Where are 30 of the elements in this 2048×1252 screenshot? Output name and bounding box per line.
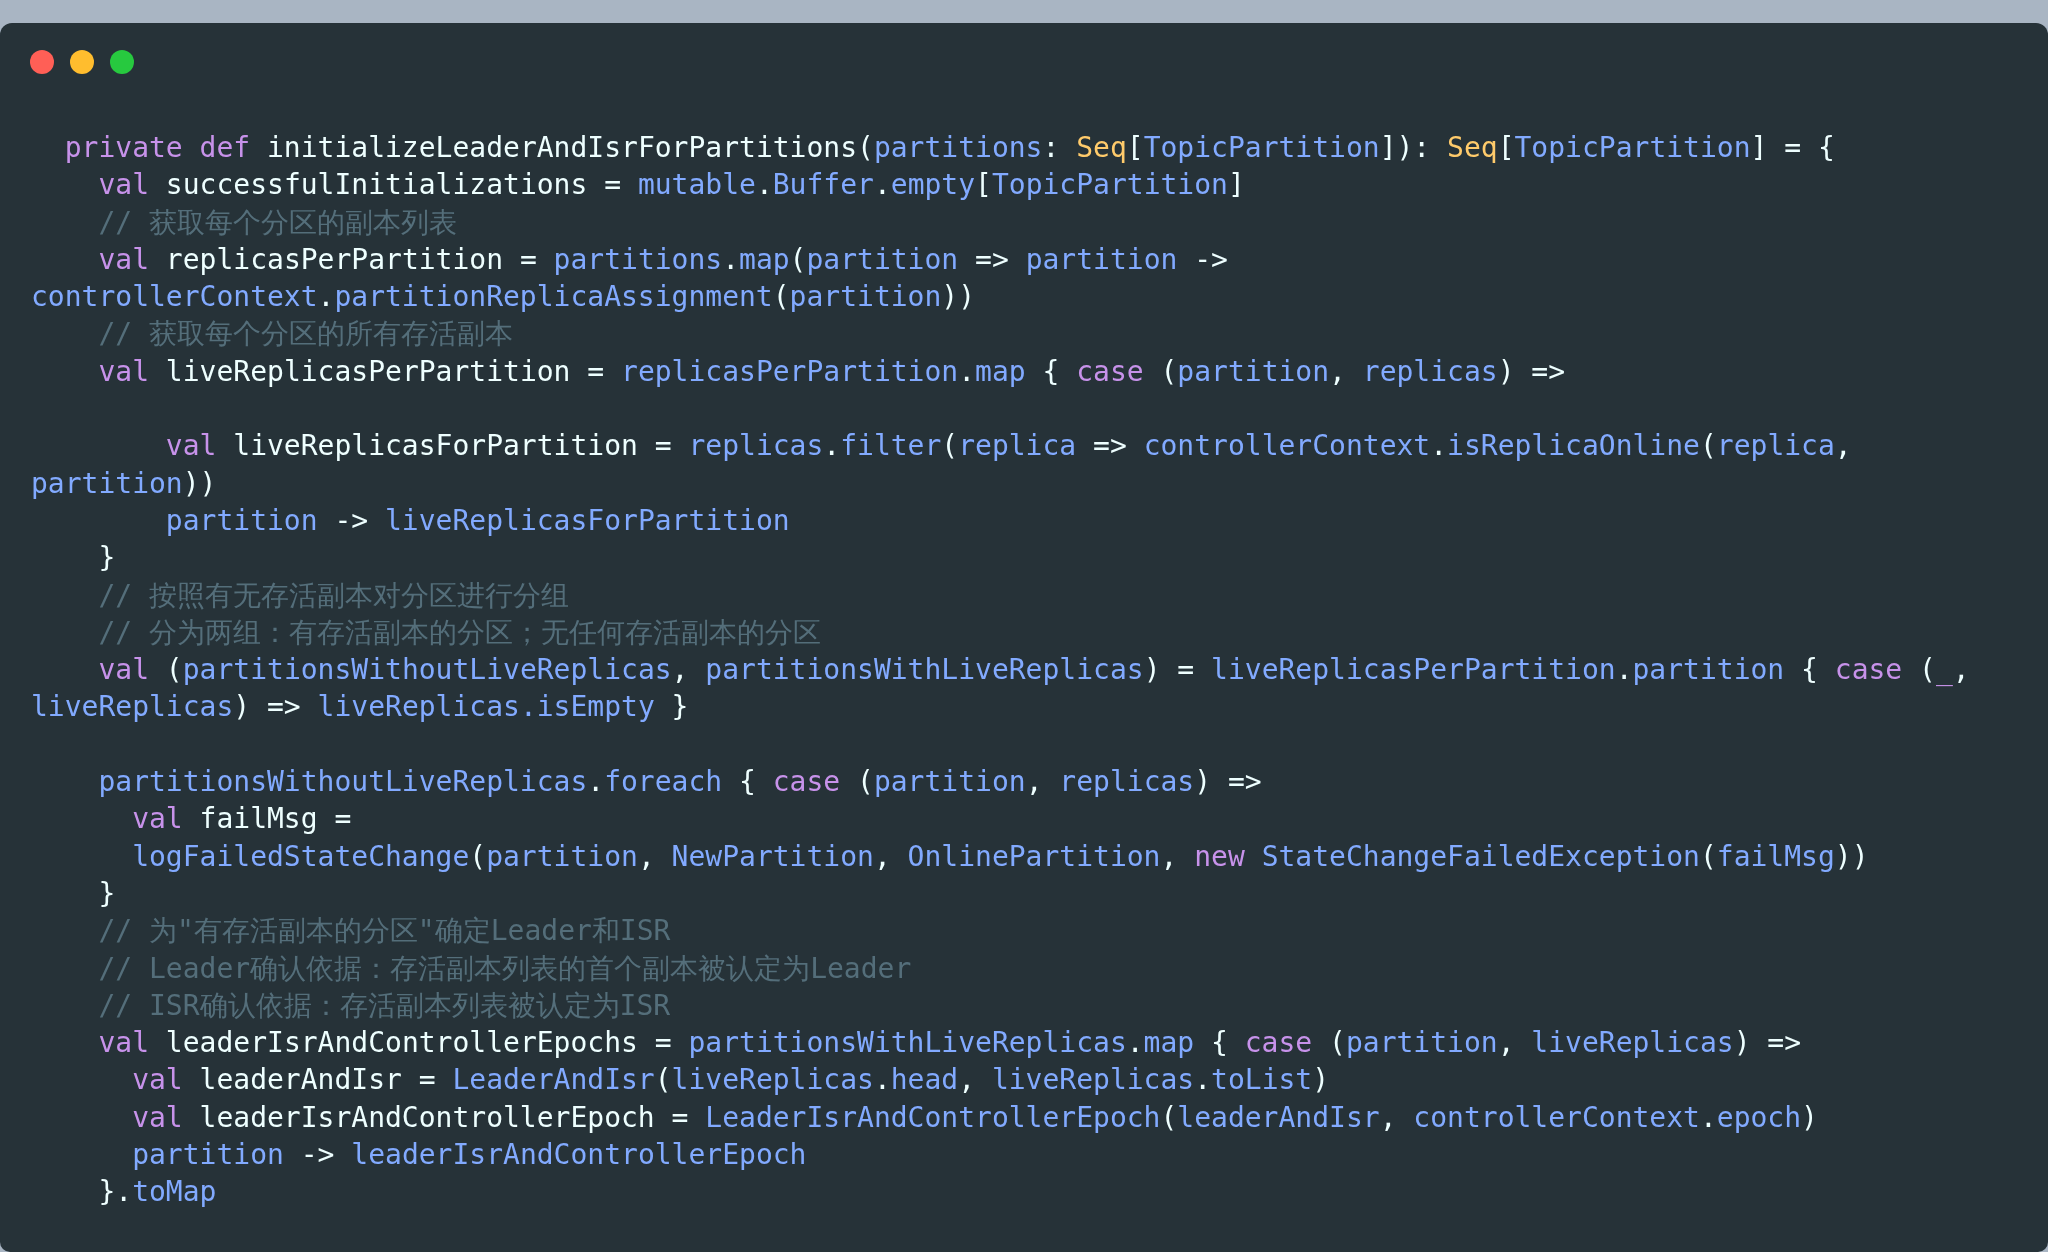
code-line: val leaderAndIsr = LeaderAndIsr(liveReplicas.head, liveReplicas.toList)	[131, 1062, 1330, 1099]
code-line: val (partitionsWithoutLiveReplicas, partitionsWithLiveReplicas) = liveReplicasPerPartition.partition { case (_,	[97, 652, 1970, 689]
code-line: // 获取每个分区的副本列表	[97, 204, 457, 241]
code-line: liveReplicas) => liveReplicas.isEmpty }	[31, 689, 689, 726]
code-line: val leaderIsrAndControllerEpoch = LeaderIsrAndControllerEpoch(leaderAndIsr, controllerContext.epoch)	[131, 1099, 1818, 1136]
code-line: partition))	[31, 465, 217, 502]
close-button[interactable]	[30, 50, 54, 74]
code-line: // 为"有存活副本的分区"确定Leader和ISR	[97, 913, 671, 950]
minimize-button[interactable]	[70, 50, 94, 74]
code-line: partition -> leaderIsrAndControllerEpoch	[131, 1137, 807, 1173]
code-line: // 获取每个分区的所有存活副本	[97, 316, 513, 353]
code-line: // 按照有无存活副本对分区进行分组	[97, 577, 569, 614]
maximize-button[interactable]	[110, 50, 134, 74]
code-line: val liveReplicasForPartition = replicas.filter(replica => controllerContext.isReplicaOnline(replica,	[164, 428, 1852, 465]
code-line: partitionsWithoutLiveReplicas.foreach { case (partition, replicas) =>	[97, 764, 1262, 801]
code-line: }	[97, 875, 116, 912]
code-line: // Leader确认依据：存活副本列表的首个副本被认定为Leader	[97, 950, 912, 987]
code-line: partition -> liveReplicasForPartition	[164, 502, 790, 539]
code-line: private def initializeLeaderAndIsrForPartitions(partitions: Seq[TopicPartition]): Seq[TopicPartition] = {	[63, 130, 1835, 166]
code-line: logFailedStateChange(partition, NewPartition, OnlinePartition, new StateChangeFailedException(failMsg))	[131, 838, 1869, 875]
code-line: val failMsg =	[131, 801, 352, 838]
code-line: }.toMap	[97, 1174, 217, 1211]
code-line: // 分为两组：有存活副本的分区；无任何存活副本的分区	[97, 614, 821, 651]
code-line: val leaderIsrAndControllerEpochs = partitionsWithLiveReplicas.map { case (partition, liveReplicas) =>	[97, 1025, 1802, 1062]
code-line: val replicasPerPartition = partitions.map(partition => partition ->	[97, 241, 1228, 278]
code-line: val successfulInitializations = mutable.Buffer.empty[TopicPartition]	[97, 167, 1245, 204]
code-line: // ISR确认依据：存活副本列表被认定为ISR	[97, 987, 671, 1024]
code-line: val liveReplicasPerPartition = replicasPerPartition.map { case (partition, replicas) =>	[97, 353, 1566, 390]
code-line: }	[97, 540, 116, 577]
code-line: controllerContext.partitionReplicaAssignment(partition))	[31, 279, 976, 316]
